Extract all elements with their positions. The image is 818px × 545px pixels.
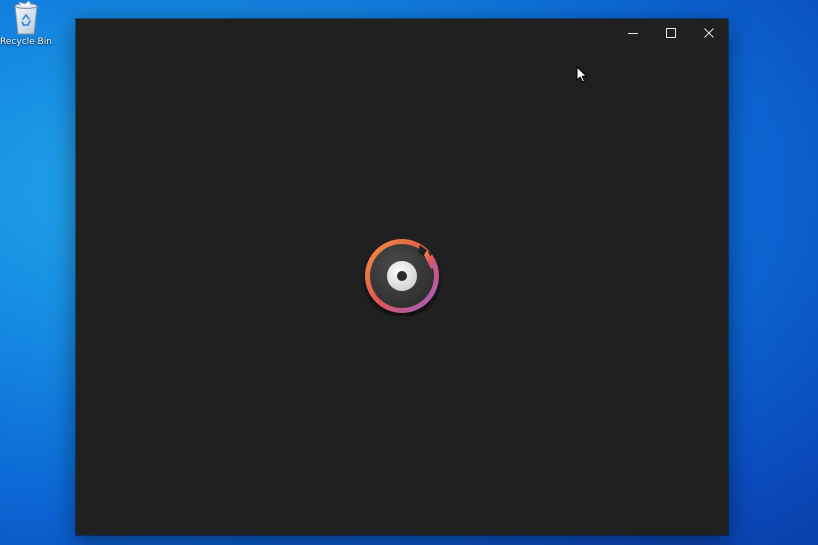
minimize-icon	[628, 33, 638, 34]
close-icon	[704, 28, 714, 38]
recycle-bin-icon	[14, 0, 38, 35]
groove-music-logo-icon	[362, 238, 442, 316]
desktop-icon-recycle-bin[interactable]: Recycle Bin	[0, 0, 52, 54]
close-button[interactable]	[690, 19, 728, 47]
mouse-pointer-icon	[576, 66, 587, 83]
minimize-button[interactable]	[614, 19, 652, 47]
window-caption-buttons	[614, 19, 728, 47]
app-window	[76, 19, 728, 535]
desktop-icon-label: Recycle Bin	[0, 37, 52, 47]
maximize-icon	[666, 28, 676, 38]
maximize-button[interactable]	[652, 19, 690, 47]
title-bar[interactable]	[76, 19, 728, 47]
